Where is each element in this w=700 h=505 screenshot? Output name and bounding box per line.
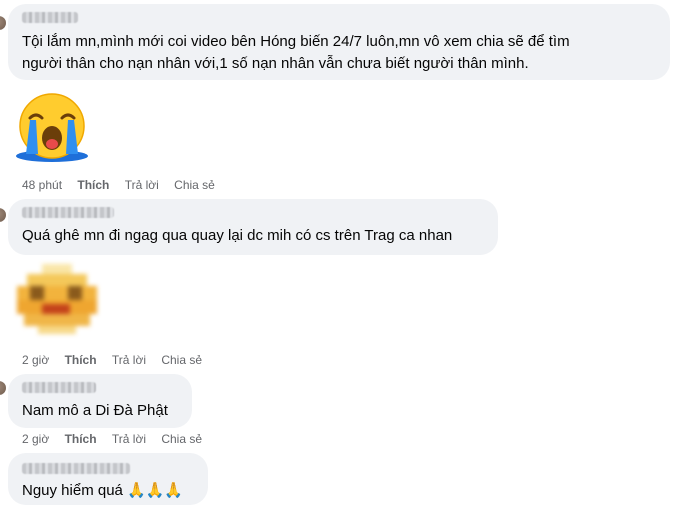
like-button[interactable]: Thích [65,353,97,367]
comment-text: người thân cho nạn nhân với,1 số nạn nhâ… [22,55,529,72]
comment-bubble: Quá ghê mn đi ngag qua quay lại dc mih c… [8,199,498,255]
avatar[interactable] [0,16,6,30]
comment-bubble: Tội lắm mn,mình mới coi video bên Hóng b… [8,4,670,80]
comment-time[interactable]: 48 phút [22,178,62,192]
share-button[interactable]: Chia sẻ [161,432,202,446]
comment-bubble: Nguy hiểm quá 🙏🙏🙏 [8,453,208,505]
comment-text: Nam mô a Di Đà Phật [22,402,168,419]
comment-text: Nguy hiểm quá 🙏🙏🙏 [22,482,184,499]
like-button[interactable]: Thích [77,178,109,192]
reply-button[interactable]: Trả lời [125,178,159,192]
reply-button[interactable]: Trả lời [112,432,146,446]
comment-actions: 2 giờ Thích Trả lời Chia sẻ [22,353,214,367]
avatar[interactable] [0,381,6,395]
pixelated-sticker-icon [12,264,102,336]
commenter-name[interactable] [22,12,78,23]
share-button[interactable]: Chia sẻ [161,353,202,367]
comment-text: Quá ghê mn đi ngag qua quay lại dc mih c… [22,227,453,244]
avatar[interactable] [0,208,6,222]
commenter-name[interactable] [22,382,96,393]
commenter-name[interactable] [22,207,114,218]
commenter-name[interactable] [22,463,130,474]
comment-bubble: Nam mô a Di Đà Phật [8,374,192,428]
reply-button[interactable]: Trả lời [112,353,146,367]
like-button[interactable]: Thích [65,432,97,446]
comment-time[interactable]: 2 giờ [22,432,49,446]
crying-face-icon [10,90,94,166]
share-button[interactable]: Chia sẻ [174,178,215,192]
comment-time[interactable]: 2 giờ [22,353,49,367]
comment-actions: 2 giờ Thích Trả lời Chia sẻ [22,432,214,446]
comment-actions: 48 phút Thích Trả lời Chia sẻ [22,178,227,192]
comment-text: Tội lắm mn,mình mới coi video bên Hóng b… [22,33,570,50]
